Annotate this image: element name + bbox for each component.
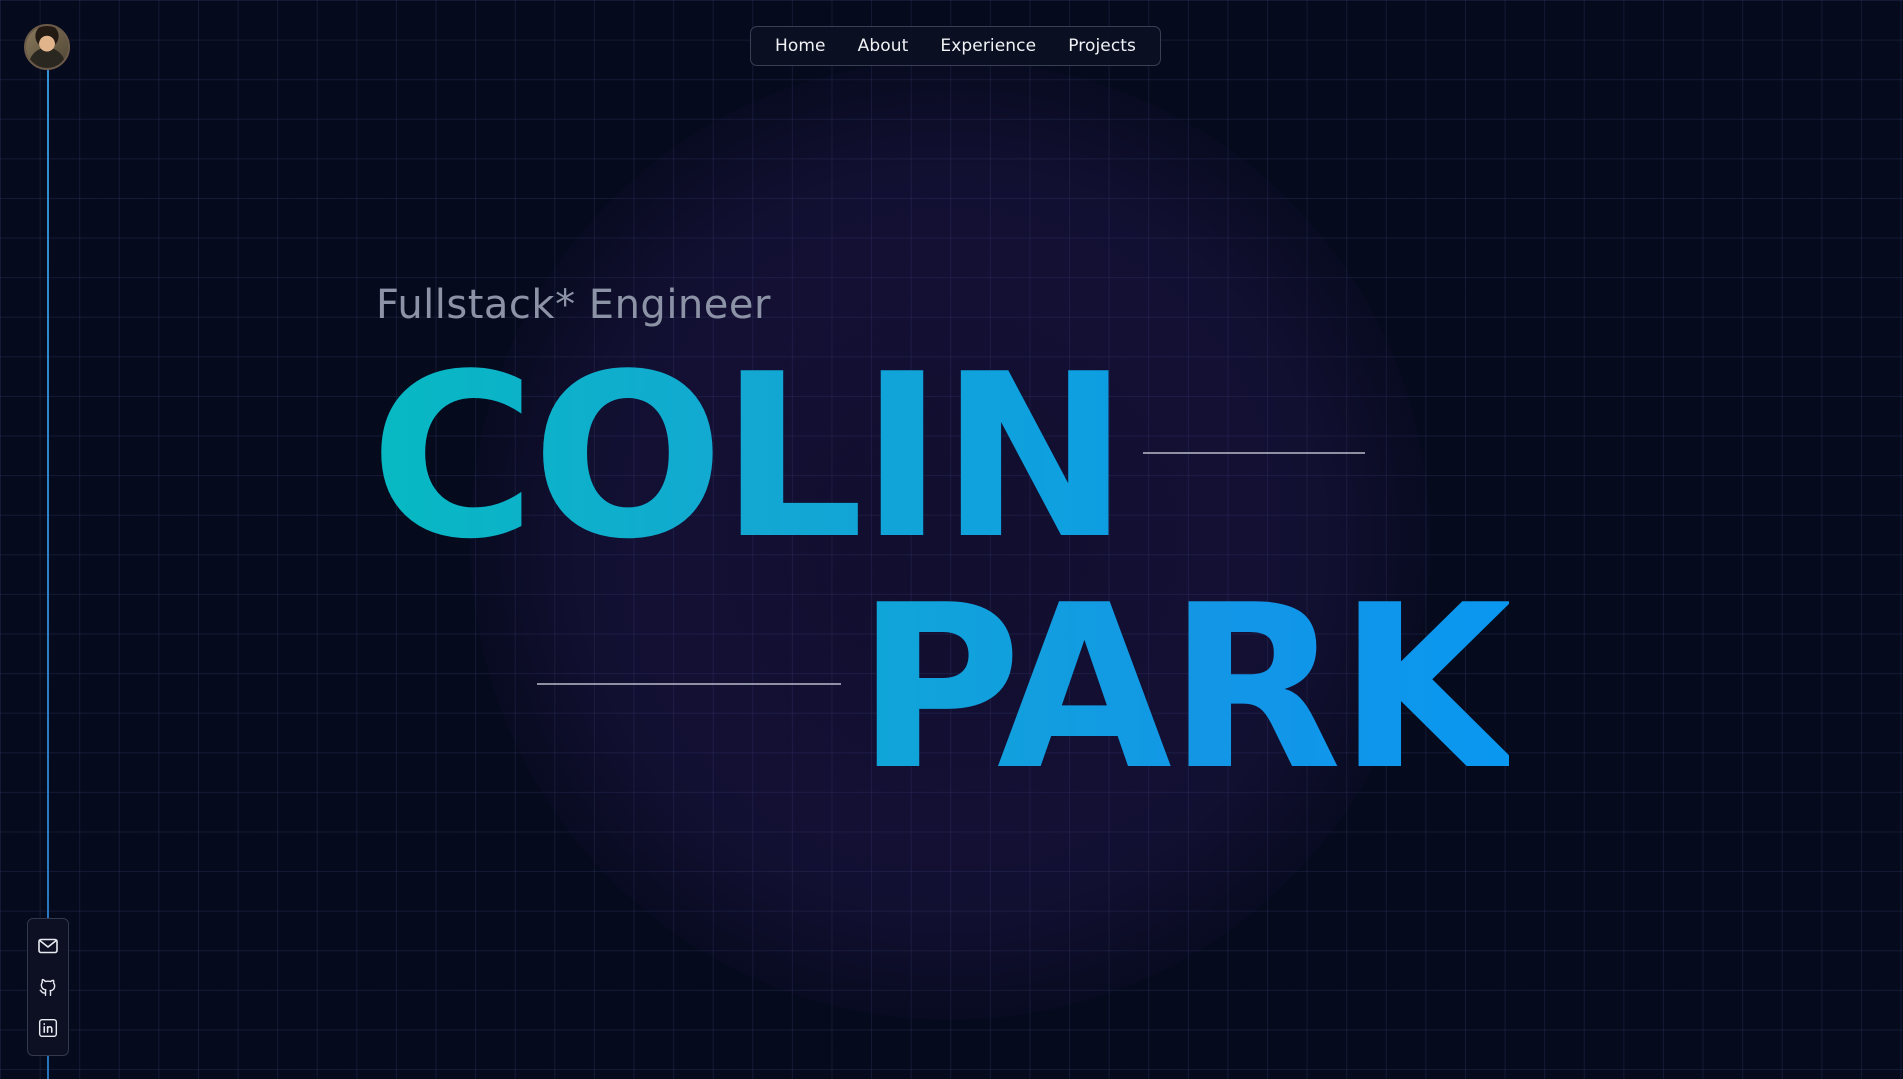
hero-first-name: COLIN: [370, 326, 1129, 589]
decorative-rule-right: [1143, 452, 1365, 454]
nav-item-experience[interactable]: Experience: [940, 36, 1036, 56]
avatar[interactable]: [24, 24, 70, 70]
nav-item-projects[interactable]: Projects: [1068, 36, 1136, 56]
github-icon[interactable]: [37, 976, 59, 998]
hero-subtitle: Fullstack* Engineer: [376, 282, 771, 328]
mail-icon[interactable]: [37, 935, 59, 957]
nav-item-about[interactable]: About: [858, 36, 909, 56]
decorative-rule-left: [537, 683, 841, 685]
hero-last-name: PARK: [856, 557, 1513, 820]
social-dock: [27, 918, 69, 1056]
nav-item-home[interactable]: Home: [775, 36, 826, 56]
linkedin-icon[interactable]: [37, 1017, 59, 1039]
top-nav: Home About Experience Projects: [750, 26, 1162, 66]
